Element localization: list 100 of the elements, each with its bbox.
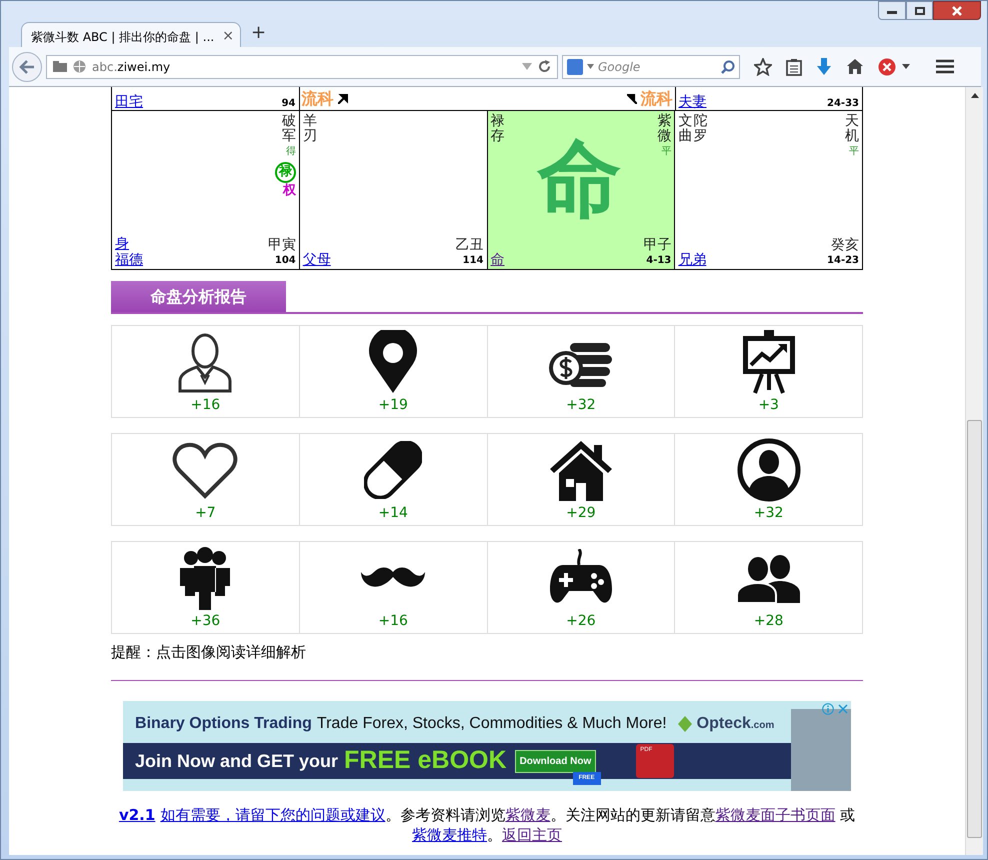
two-people-icon: [736, 552, 802, 602]
url-bar[interactable]: abc.ziwei.my: [46, 54, 558, 78]
folder-icon: [53, 61, 67, 72]
score-value: +26: [566, 613, 596, 630]
report-tile[interactable]: +7: [112, 434, 300, 526]
palace-link[interactable]: 田宅: [115, 95, 144, 109]
report-tile[interactable]: +3: [675, 326, 864, 418]
star-name: 禄存: [490, 114, 505, 146]
ad-headline: Binary Options Trading: [135, 714, 312, 734]
star-icon[interactable]: [754, 58, 772, 76]
caret-icon: [587, 64, 594, 69]
footer-link[interactable]: 紫微麦推特: [412, 826, 488, 844]
brightness-mark: 平: [849, 144, 860, 159]
score-value: +29: [566, 505, 596, 522]
scrollbar[interactable]: [965, 87, 983, 855]
age-range: 94: [282, 99, 296, 109]
score-value: +32: [754, 505, 784, 522]
mustache-icon: [360, 566, 426, 590]
stem-branch: 癸亥: [831, 237, 860, 253]
report-tile[interactable]: +14: [300, 434, 488, 526]
close-button[interactable]: [933, 1, 981, 20]
report-tile[interactable]: +16: [112, 326, 300, 418]
report-tile[interactable]: +36: [112, 542, 300, 634]
score-value: +16: [190, 397, 220, 414]
palace-link[interactable]: 兄弟: [678, 252, 706, 268]
star-name: 紫微: [657, 114, 672, 145]
age-range: 14-23: [827, 254, 860, 268]
footer-link[interactable]: 紫微麦: [505, 806, 550, 824]
brightness-mark: 平: [661, 144, 672, 159]
report-tile[interactable]: +26: [488, 542, 676, 634]
reminder-text: 提醒：点击图像阅读详细解析: [111, 643, 306, 661]
palace-link[interactable]: 父母: [302, 252, 331, 268]
download-button[interactable]: Download Now: [514, 750, 596, 772]
globe-icon: [73, 60, 86, 73]
body-palace-link[interactable]: 身: [115, 236, 130, 252]
footer-link[interactable]: 如有需要，请留下您的问题或建议: [160, 806, 386, 824]
scroll-up-arrow-icon[interactable]: [970, 93, 979, 98]
diamond-logo-icon: [678, 716, 692, 732]
reload-icon[interactable]: [538, 60, 551, 73]
score-value: +36: [190, 613, 220, 630]
palace-link[interactable]: 福德: [115, 252, 144, 268]
search-input[interactable]: Google: [598, 58, 717, 76]
back-button[interactable]: [12, 52, 42, 82]
person-circle-icon: [736, 438, 801, 502]
arrow-icon: [626, 94, 636, 104]
footer-link[interactable]: 返回主页: [502, 826, 562, 844]
score-value: +19: [378, 397, 408, 414]
capsule-icon: [364, 440, 422, 498]
transform-mark: 权: [282, 182, 296, 199]
flow-star-label: 流科: [302, 88, 334, 110]
report-tile[interactable]: +19: [300, 326, 488, 418]
url-text: abc.ziwei.my: [92, 58, 172, 76]
back-arrow-icon: [19, 60, 35, 74]
footer-text: v2.1 如有需要，请留下您的问题或建议。参考资料请浏览紫微麦。关注网站的更新请留意紫微麦面子书页面 或 紫微麦推特。返回主页: [118, 805, 856, 845]
report-tile[interactable]: +32: [675, 434, 864, 526]
home-icon[interactable]: [846, 58, 864, 75]
score-value: +16: [378, 613, 408, 630]
star-name: 羊刃: [302, 114, 317, 145]
star-name: 陀罗: [693, 114, 708, 146]
footer-link[interactable]: 紫微麦面子书页面: [715, 806, 836, 824]
stem-branch: 甲子: [643, 237, 672, 253]
clipboard-icon[interactable]: [786, 58, 802, 76]
score-value: +28: [754, 613, 784, 630]
ad-headline: FREE eBOOK: [344, 745, 507, 776]
ad-text: Join Now and GET your: [135, 750, 338, 773]
map-pin-icon: [368, 330, 418, 394]
maximize-button[interactable]: [906, 1, 933, 20]
palace-link[interactable]: 夫妻: [678, 95, 706, 109]
age-range: 24-33: [827, 99, 859, 109]
close-icon: [952, 6, 962, 16]
house-icon: [548, 438, 614, 500]
report-tile[interactable]: +29: [488, 434, 676, 526]
age-range: 4-13: [646, 254, 672, 268]
new-tab-button[interactable]: +: [251, 19, 266, 46]
download-icon[interactable]: [816, 58, 832, 76]
report-tile[interactable]: +16: [300, 542, 488, 634]
score-value: +3: [758, 397, 779, 414]
menu-icon[interactable]: [936, 59, 954, 74]
caret-icon[interactable]: [902, 64, 910, 69]
search-field[interactable]: Google: [562, 54, 740, 78]
stem-branch: 甲寅: [268, 237, 296, 253]
heart-icon: [172, 440, 238, 498]
flow-star-label: 流科: [640, 88, 672, 110]
presentation-chart-icon: [742, 330, 796, 394]
tab-close-button[interactable]: ×: [222, 26, 234, 47]
minimize-button[interactable]: [878, 1, 906, 20]
palace-link[interactable]: 命: [490, 252, 505, 268]
report-tile[interactable]: +28: [675, 542, 864, 634]
version-link[interactable]: v2.1: [118, 806, 156, 824]
blocked-icon[interactable]: [878, 58, 896, 76]
age-range: 104: [274, 254, 296, 268]
stem-branch: 乙丑: [456, 237, 484, 253]
ad-text: Trade Forex, Stocks, Commodities & Much More!: [316, 714, 667, 734]
palace-big-character: 命: [538, 137, 622, 221]
report-tile[interactable]: +32: [488, 326, 676, 418]
arrow-icon: [338, 94, 348, 104]
brightness-mark: 得: [286, 144, 296, 159]
search-engine-icon[interactable]: [567, 58, 583, 74]
search-icon[interactable]: [721, 60, 735, 74]
score-value: +7: [195, 505, 216, 522]
